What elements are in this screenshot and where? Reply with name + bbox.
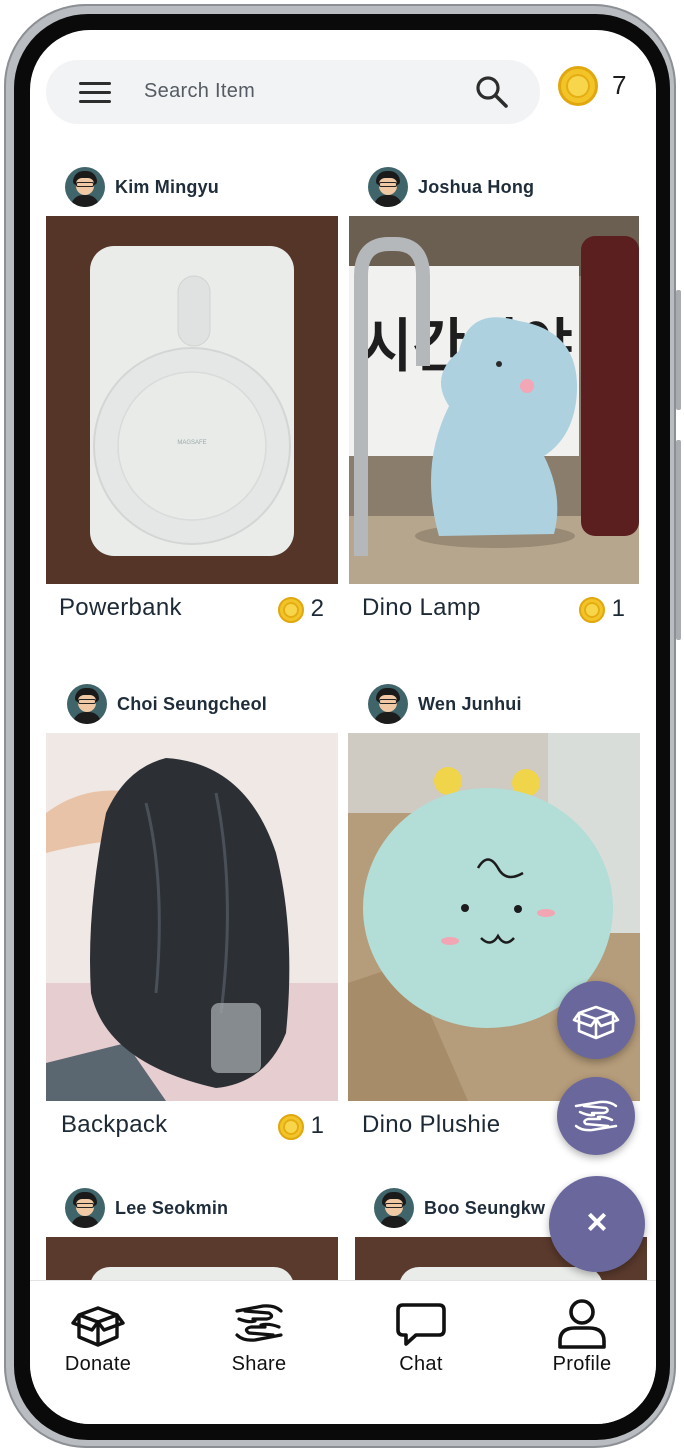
item-photo[interactable]: MAGSAFE: [46, 216, 338, 584]
nav-label: Share: [231, 1353, 287, 1375]
owner-name: Choi Seungcheol: [117, 694, 268, 714]
nav-label: Chat: [399, 1353, 443, 1375]
share-fab[interactable]: [557, 1077, 635, 1155]
hands-share-icon: [574, 1100, 618, 1132]
nav-profile[interactable]: Profile: [522, 1295, 642, 1385]
item-title: Dino Lamp: [362, 594, 481, 621]
coin-icon: [278, 597, 304, 623]
coin-icon: [579, 597, 605, 623]
avatar: [368, 167, 408, 207]
avatar: [374, 1188, 414, 1228]
donate-fab[interactable]: [557, 981, 635, 1059]
nav-chat[interactable]: Chat: [361, 1295, 481, 1385]
box-icon: [71, 1306, 125, 1347]
avatar: [65, 167, 105, 207]
item-title: Powerbank: [59, 594, 182, 621]
item-price-value: 1: [611, 595, 625, 622]
avatar: [67, 684, 107, 724]
nav-share[interactable]: Share: [199, 1295, 319, 1385]
hands-share-icon: [235, 1304, 283, 1342]
item-price-value: 1: [310, 1112, 324, 1139]
coin-icon: [558, 66, 598, 106]
nav-donate[interactable]: Donate: [38, 1295, 158, 1385]
nav-label: Profile: [552, 1353, 612, 1375]
search-icon[interactable]: [474, 74, 510, 110]
close-fab[interactable]: ×: [549, 1176, 645, 1272]
app-screen: Search Item 7 Kim Mingyu MAGSAFE Powerba…: [30, 30, 656, 1424]
svg-text:MAGSAFE: MAGSAFE: [177, 440, 206, 446]
search-input[interactable]: Search Item: [144, 80, 255, 103]
person-icon: [558, 1299, 606, 1349]
coin-balance-value: 7: [612, 70, 627, 100]
owner-name: Boo Seungkw: [424, 1198, 546, 1218]
item-title: Backpack: [61, 1111, 168, 1138]
owner-name: Kim Mingyu: [115, 177, 219, 197]
nav-label: Donate: [64, 1353, 132, 1375]
item-title: Dino Plushie: [362, 1111, 501, 1138]
owner-name: Wen Junhui: [418, 694, 522, 714]
owner-name: Joshua Hong: [418, 177, 535, 197]
bottom-nav: Donate Share Chat Profile: [30, 1280, 656, 1424]
avatar: [368, 684, 408, 724]
close-icon: ×: [586, 1201, 608, 1242]
volume-button: [676, 290, 681, 410]
search-bar[interactable]: Search Item: [46, 60, 540, 124]
item-photo[interactable]: [46, 733, 338, 1101]
menu-icon[interactable]: [79, 82, 113, 104]
item-price-value: 2: [310, 595, 324, 622]
owner-name: Lee Seokmin: [115, 1198, 229, 1218]
coin-balance: 7: [558, 66, 648, 106]
box-icon: [572, 1005, 620, 1040]
power-button: [676, 440, 681, 640]
chat-bubble-icon: [396, 1303, 446, 1346]
coin-icon: [278, 1114, 304, 1140]
avatar: [65, 1188, 105, 1228]
item-photo[interactable]: 시간이야: [349, 216, 639, 584]
